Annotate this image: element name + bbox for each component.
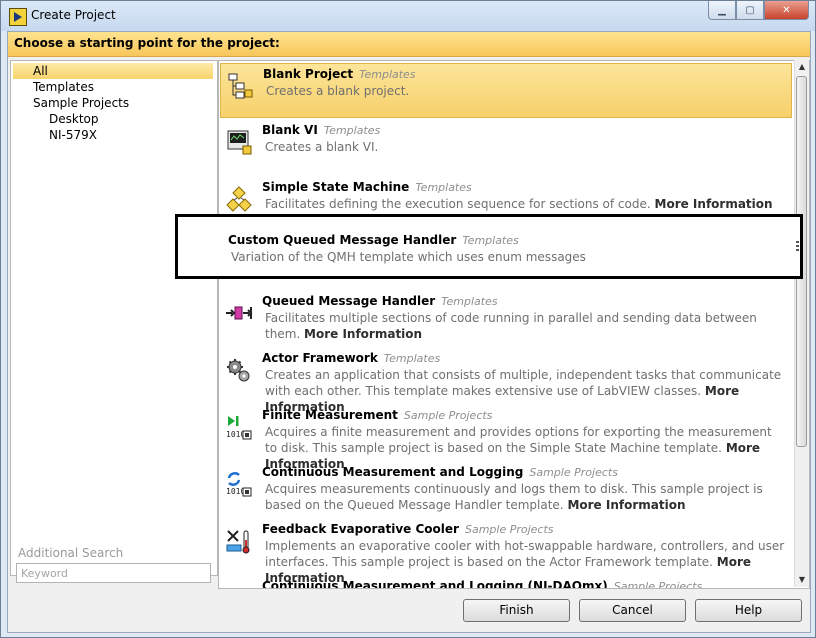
minimize-button[interactable]: ▁	[708, 1, 736, 20]
item-description: Acquires measurements continuously and l…	[265, 482, 763, 512]
keyword-search-input[interactable]	[16, 563, 211, 583]
close-button[interactable]: ✕	[764, 1, 809, 20]
item-name: Blank VI Templates	[262, 123, 381, 137]
resize-grip-icon	[796, 241, 799, 251]
queue-icon	[226, 306, 253, 320]
list-scrollbar[interactable]: ▲ ▼	[794, 60, 809, 587]
item-name: Simple State Machine Templates	[262, 180, 472, 194]
vi-icon	[227, 130, 252, 155]
list-item-feedback-evaporative-cooler[interactable]: Feedback Evaporative Cooler Sample Projec…	[220, 519, 792, 585]
tree-item-ni-579x[interactable]: NI-579X	[49, 127, 97, 143]
create-project-window: Create Project ▁ ▢ ✕ Choose a starting p…	[0, 0, 816, 638]
item-description: Variation of the QMH template which uses…	[231, 250, 586, 264]
item-name: Blank Project Templates	[263, 67, 416, 81]
dialog-client: Choose a starting point for the project:…	[7, 31, 811, 633]
tree-item-sample-projects[interactable]: Sample Projects	[33, 95, 129, 111]
item-name: Feedback Evaporative Cooler Sample Projec…	[262, 522, 554, 536]
scroll-down-arrow-icon[interactable]: ▼	[795, 573, 809, 587]
project-tree-icon	[228, 73, 253, 99]
tree-item-desktop[interactable]: Desktop	[49, 111, 99, 127]
item-name: Finite Measurement Sample Projects	[262, 408, 493, 422]
more-information-link[interactable]: More Information	[655, 197, 773, 211]
list-item-continuous-measurement-logging[interactable]: 1010 Continuous Measurement and Logging S…	[220, 462, 792, 517]
list-item-blank-vi[interactable]: Blank VI Templates Creates a blank VI.	[220, 120, 792, 175]
gears-icon	[227, 359, 250, 382]
dialog-heading: Choose a starting point for the project:	[8, 32, 810, 57]
maximize-icon: ▢	[745, 4, 755, 16]
list-item-custom-queued-message-handler[interactable]: Custom Queued Message Handler Templates V…	[175, 214, 803, 279]
template-list: Blank Project Templates Creates a blank p…	[218, 60, 810, 589]
more-information-link[interactable]: More Information	[304, 327, 422, 341]
tree-item-all[interactable]: All	[13, 63, 213, 79]
additional-search-label: Additional Search	[18, 546, 124, 560]
item-name: Queued Message Handler Templates	[262, 294, 498, 308]
item-description: Facilitates multiple sections of code ru…	[265, 311, 757, 341]
item-name: Continuous Measurement and Logging (NI-D…	[262, 579, 703, 589]
close-icon: ✕	[782, 4, 791, 16]
finite-measurement-icon: 1010	[226, 416, 252, 440]
item-description: Creates a blank VI.	[265, 140, 379, 154]
item-name: Custom Queued Message Handler Templates	[228, 233, 519, 247]
list-item-continuous-measurement-logging-daqmx[interactable]: Continuous Measurement and Logging (NI-D…	[220, 576, 792, 589]
help-button[interactable]: Help	[695, 599, 802, 622]
more-information-link[interactable]: More Information	[567, 498, 685, 512]
item-name: Actor Framework Templates	[262, 351, 441, 365]
scroll-up-arrow-icon[interactable]: ▲	[795, 60, 809, 74]
item-description: Facilitates defining the execution seque…	[265, 197, 773, 211]
state-machine-icon	[226, 186, 252, 212]
labview-app-icon	[9, 8, 27, 26]
list-item-queued-message-handler[interactable]: Queued Message Handler Templates Facilita…	[220, 291, 792, 346]
cooler-icon	[226, 530, 250, 554]
minimize-icon: ▁	[718, 4, 726, 16]
continuous-logging-icon: 1010	[226, 472, 252, 497]
maximize-button[interactable]: ▢	[736, 1, 764, 20]
item-description: Creates a blank project.	[266, 84, 410, 98]
category-tree: All Templates Sample Projects Desktop NI…	[10, 60, 218, 576]
item-name: Continuous Measurement and Logging Sample…	[262, 465, 618, 479]
window-title: Create Project	[31, 8, 116, 22]
title-bar[interactable]: Create Project ▁ ▢ ✕	[1, 1, 815, 31]
finish-button[interactable]: Finish	[463, 599, 570, 622]
list-item-finite-measurement[interactable]: 1010 Finite Measurement Sample Projects A…	[220, 405, 792, 471]
cancel-button[interactable]: Cancel	[579, 599, 686, 622]
list-item-actor-framework[interactable]: Actor Framework Templates Creates an appl…	[220, 348, 792, 414]
tree-item-templates[interactable]: Templates	[33, 79, 94, 95]
list-item-blank-project[interactable]: Blank Project Templates Creates a blank p…	[220, 63, 792, 118]
